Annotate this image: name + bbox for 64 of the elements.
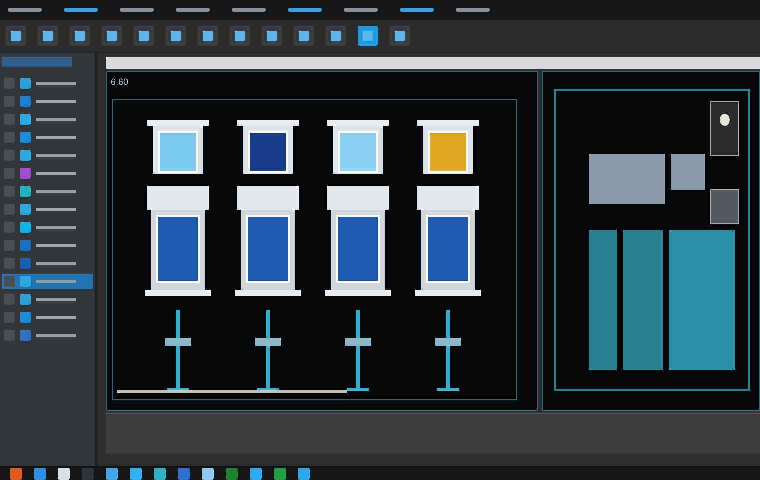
menu-item[interactable] [8,8,42,12]
toolbar-button[interactable] [38,26,58,46]
toolbar-button[interactable] [262,26,282,46]
text-line [36,118,76,121]
toolbar-button[interactable] [102,26,122,46]
thumbnail-icon [4,150,15,161]
text-line [36,226,76,229]
vent-block [710,190,740,224]
thumbnail-icon [4,168,15,179]
menu-item[interactable] [456,8,490,12]
taskbar-app-icon[interactable] [130,468,142,480]
toolbar-button[interactable] [166,26,186,46]
thumbnail-icon [4,96,15,107]
menu-item[interactable] [64,8,98,12]
taskbar-app-icon[interactable] [58,468,70,480]
menu-item[interactable] [232,8,266,12]
egg-picture-drawing [710,102,740,156]
taskbar-app-icon[interactable] [250,468,262,480]
thumbnail-icon [4,258,15,269]
viewport-label: 6.60 [110,76,130,89]
menu-item[interactable] [176,8,210,12]
taskbar-app-icon[interactable] [298,468,310,480]
thumbnail-icon [4,132,15,143]
text-line [36,190,76,193]
thumbnail-icon [4,312,15,323]
text-line [36,172,76,175]
text-line [36,82,76,85]
taskbar-app-icon[interactable] [202,468,214,480]
text-line [36,262,76,265]
thumbnail-icon [4,186,15,197]
thumbnail-icon [4,78,15,89]
text-line [36,298,76,301]
toolbar-button[interactable] [326,26,346,46]
toolbar-button[interactable] [230,26,250,46]
thumbnail-icon [4,276,15,287]
toolbar-button[interactable] [390,26,410,46]
thumbnail-icon [4,222,15,233]
panel-block [671,154,705,190]
text-line [36,244,76,247]
thumbnail-icon [4,294,15,305]
thumbnail-icon [4,204,15,215]
menu-item[interactable] [400,8,434,12]
menu-item[interactable] [344,8,378,12]
thumbnail-icon [4,114,15,125]
text-line [36,208,76,211]
toolbar-button[interactable] [294,26,314,46]
toolbar-button[interactable] [6,26,26,46]
text-line [36,100,76,103]
toolbar-button[interactable] [134,26,154,46]
toolbar-button[interactable] [70,26,90,46]
panel-header [2,57,72,67]
toolbar-button[interactable] [198,26,218,46]
text-line [36,334,76,337]
text-line [36,136,76,139]
text-line [36,316,76,319]
thumbnail-icon [4,330,15,341]
sidebar-item[interactable] [2,274,93,289]
text-line [36,280,76,283]
menu-item[interactable] [288,8,322,12]
taskbar-app-icon[interactable] [106,468,118,480]
menu-item[interactable] [120,8,154,12]
thumbnail-icon [4,240,15,251]
text-line [36,154,76,157]
taskbar-app-icon[interactable] [154,468,166,480]
